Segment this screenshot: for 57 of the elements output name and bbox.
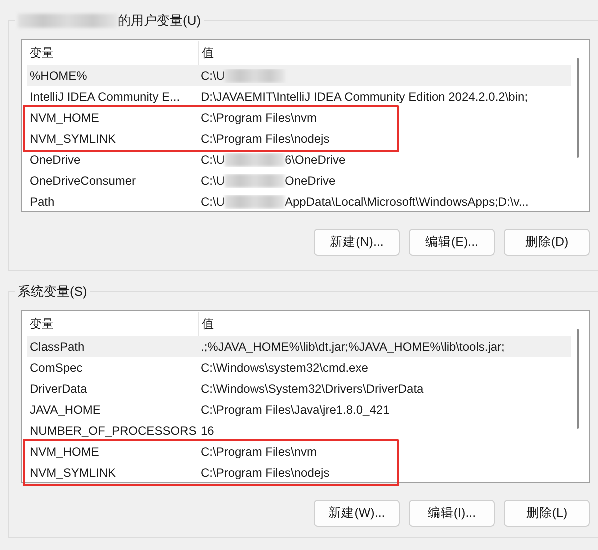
list-row[interactable]: OneDriveConsumer C:\U OneDrive (27, 170, 571, 191)
list-row[interactable]: OneDrive C:\U 6\OneDrive (27, 149, 571, 170)
variable-name: OneDriveConsumer (29, 174, 138, 188)
variable-value: D:\JAVAEMIT\IntelliJ IDEA Community Edition 2024.2.0.2\bin; (201, 90, 528, 104)
list-row[interactable]: NVM_HOME C:\Program Files\nvm (27, 107, 571, 128)
list-row[interactable]: NVM_SYMLINK C:\Program Files\nodejs (27, 462, 571, 483)
dialog-button[interactable]: 编辑(I)... (409, 500, 495, 527)
column-header[interactable]: 变量 (27, 44, 198, 62)
group-title: 系统变量(S) (18, 283, 88, 301)
variable-value: OneDrive (285, 174, 336, 188)
list-row[interactable]: ComSpec C:\Windows\system32\cmd.exe (27, 357, 571, 378)
variable-value: 6\OneDrive (285, 152, 346, 166)
list-row[interactable]: NVM_SYMLINK C:\Program Files\nodejs (27, 128, 571, 149)
dialog-button[interactable]: 删除(L) (504, 500, 590, 527)
list-row[interactable]: DriverData C:\Windows\System32\Drivers\DriverData (27, 378, 571, 399)
variable-value: C:\Program Files\nvm (201, 444, 318, 458)
variable-value: C:\Windows\system32\cmd.exe (201, 360, 368, 374)
variable-value: C:\Program Files\nodejs (201, 466, 330, 480)
variable-name: ClassPath (29, 340, 86, 354)
variable-name: OneDrive (29, 152, 82, 166)
variable-name: IntelliJ IDEA Community E... (29, 90, 182, 104)
variable-value: C:\Program Files\nvm (201, 110, 318, 124)
scrollbar[interactable] (577, 329, 579, 429)
list-row[interactable]: NUMBER_OF_PROCESSORS 16 (27, 420, 571, 441)
variable-name: NVM_SYMLINK (29, 466, 118, 480)
dialog-button[interactable]: 编辑(E)... (409, 229, 495, 256)
list-row[interactable]: ClassPath .;%JAVA_HOME%\lib\dt.jar;%JAVA_HOME%\lib\tools.jar; (27, 336, 571, 357)
variable-value: C:\Windows\System32\Drivers\DriverData (201, 382, 424, 396)
dialog-button[interactable]: 新建(N)... (314, 229, 400, 256)
list-row[interactable]: NVM_HOME C:\Program Files\nvm (27, 441, 571, 462)
list-row[interactable]: %HOME% C:\U (27, 65, 571, 86)
variable-value: .;%JAVA_HOME%\lib\dt.jar;%JAVA_HOME%\lib\tools.jar; (201, 340, 505, 354)
group-title: 的用户变量(U) (118, 12, 202, 30)
variable-value: C:\U (201, 152, 225, 166)
variable-value: C:\Program Files\Java\jre1.8.0_421 (201, 402, 390, 416)
variable-name: NVM_HOME (29, 110, 100, 124)
scrollbar[interactable] (577, 58, 579, 158)
list-row[interactable]: Path C:\U AppData\Local\Microsoft\WindowsApps;D:\v... (27, 191, 571, 212)
variable-value: 16 (201, 424, 214, 438)
variable-value: C:\U (201, 194, 225, 208)
dialog-button[interactable]: 新建(W)... (314, 500, 400, 527)
variable-name: %HOME% (29, 68, 88, 82)
variable-name: ComSpec (29, 360, 84, 374)
variable-name: DriverData (29, 382, 88, 396)
variable-name: Path (29, 194, 56, 208)
list-row[interactable]: IntelliJ IDEA Community E... D:\JAVAEMIT\IntelliJ IDEA Community Edition 2024.2.0.2\bin; (27, 86, 571, 107)
variable-value: C:\U (201, 68, 225, 82)
variable-value: AppData\Local\Microsoft\WindowsApps;D:\v... (285, 194, 529, 208)
variable-name: JAVA_HOME (29, 402, 102, 416)
variable-name: NVM_HOME (29, 444, 100, 458)
variable-value: C:\Program Files\nodejs (201, 132, 330, 146)
list-row[interactable]: JAVA_HOME C:\Program Files\Java\jre1.8.0_421 (27, 399, 571, 420)
variable-value: C:\U (201, 174, 225, 188)
variable-name: NUMBER_OF_PROCESSORS (29, 424, 198, 438)
column-header[interactable]: 变量 (27, 316, 198, 332)
dialog-button[interactable]: 删除(D) (504, 229, 590, 256)
variable-name: NVM_SYMLINK (29, 132, 118, 146)
